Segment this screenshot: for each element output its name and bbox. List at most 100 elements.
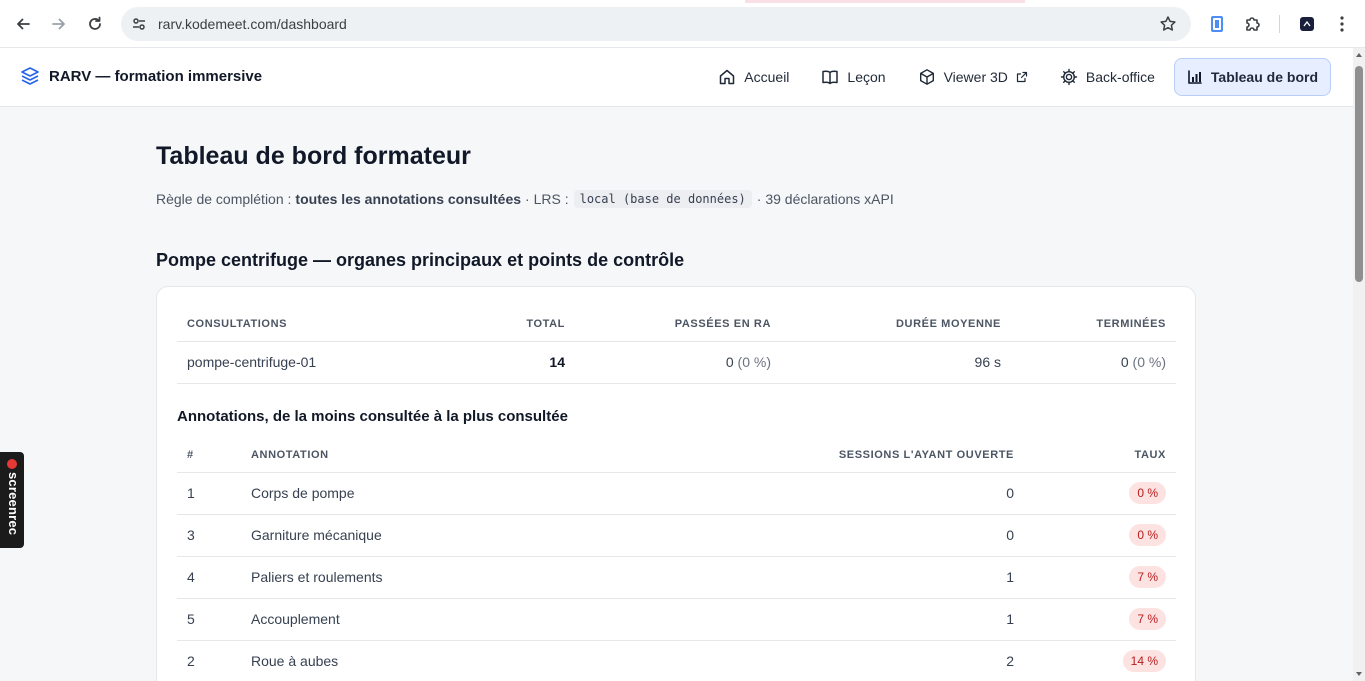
nav-home[interactable]: Accueil	[705, 58, 802, 96]
reload-icon	[89, 16, 101, 30]
table-row: 3 Garniture mécanique 0 0 %	[177, 514, 1176, 557]
profile-avatar[interactable]	[1296, 13, 1318, 35]
toolbar-separator	[1279, 15, 1280, 33]
summary-ar-pct: (0 %)	[737, 354, 771, 370]
col-sessions: SESSIONS L'AYANT OUVERTE	[641, 438, 1024, 473]
col-annotation: ANNOTATION	[241, 438, 641, 473]
summary-done-count: 0	[1120, 354, 1129, 370]
book-icon	[822, 70, 839, 85]
nav-dashboard-label: Tableau de bord	[1210, 69, 1318, 85]
col-ar: PASSÉES EN RA	[575, 307, 781, 342]
page-scrollbar[interactable]	[1353, 48, 1365, 681]
table-row: 1 Corps de pompe 0 0 %	[177, 472, 1176, 515]
reload-button[interactable]	[83, 12, 107, 36]
annotation-rate-cell: 0 %	[1024, 472, 1176, 515]
summary-total: 14	[377, 341, 575, 384]
lrs-prefix: · LRS :	[525, 191, 569, 207]
url-text[interactable]: rarv.kodemeet.com/dashboard	[158, 16, 347, 32]
table-row: 5 Accouplement 1 7 %	[177, 598, 1176, 641]
annotation-sessions: 2	[641, 640, 1024, 681]
record-dot-icon	[7, 459, 17, 469]
rate-badge: 0 %	[1129, 524, 1166, 546]
annotation-rate-cell: 14 %	[1024, 640, 1176, 681]
annotation-name: Garniture mécanique	[241, 514, 641, 557]
completion-meta: Règle de complétion : toutes les annotat…	[156, 190, 894, 208]
site-info-icon[interactable]	[130, 15, 148, 33]
extensions-puzzle-icon[interactable]	[1242, 13, 1264, 35]
annotation-index: 2	[177, 640, 241, 681]
arrow-right-icon	[52, 18, 65, 30]
extension-pinned-icon[interactable]	[1206, 13, 1228, 35]
arrow-left-icon	[17, 18, 30, 30]
col-rate: TAUX	[1024, 438, 1176, 473]
annotation-sessions: 0	[641, 472, 1024, 515]
annotation-index: 3	[177, 514, 241, 557]
rate-badge: 0 %	[1129, 482, 1166, 504]
bar-chart-icon	[1188, 70, 1202, 84]
annotation-index: 5	[177, 598, 241, 641]
col-avg-duration: DURÉE MOYENNE	[781, 307, 1011, 342]
page-title: Tableau de bord formateur	[156, 142, 471, 170]
back-button[interactable]	[11, 12, 35, 36]
table-row: 4 Paliers et roulements 1 7 %	[177, 556, 1176, 599]
annotation-name: Roue à aubes	[241, 640, 641, 681]
summary-avg-duration: 96 s	[781, 341, 1011, 384]
tab-strip-accent	[745, 0, 1025, 3]
summary-ar-count: 0	[725, 354, 734, 370]
cube-icon	[919, 69, 934, 85]
annotation-sessions: 1	[641, 598, 1024, 641]
rate-badge: 14 %	[1122, 650, 1166, 672]
col-index: #	[177, 438, 241, 473]
gear-icon	[1060, 68, 1078, 86]
top-navigation: Accueil Leçon Viewer 3D Back-office Tabl…	[705, 58, 1331, 96]
bookmark-star-icon[interactable]	[1159, 15, 1177, 33]
rate-badge: 7 %	[1129, 566, 1166, 588]
nav-viewer-3d[interactable]: Viewer 3D	[905, 58, 1041, 96]
completion-rule-prefix: Règle de complétion :	[156, 191, 292, 207]
annotations-table: # ANNOTATION SESSIONS L'AYANT OUVERTE TA…	[177, 438, 1176, 681]
annotations-title: Annotations, de la moins consultée à la …	[177, 408, 568, 425]
annotation-name: Corps de pompe	[241, 472, 641, 515]
screenrec-widget[interactable]: screenrec	[0, 452, 24, 548]
summary-table: CONSULTATIONS TOTAL PASSÉES EN RA DURÉE …	[177, 307, 1176, 384]
nav-dashboard[interactable]: Tableau de bord	[1173, 58, 1331, 96]
scroll-up-arrow-icon[interactable]	[1356, 53, 1362, 57]
rate-badge: 7 %	[1129, 608, 1166, 630]
annotation-rate-cell: 7 %	[1024, 598, 1176, 641]
table-row: 2 Roue à aubes 2 14 %	[177, 640, 1176, 681]
nav-back-office[interactable]: Back-office	[1047, 58, 1168, 96]
annotation-index: 1	[177, 472, 241, 515]
app-header: RARV — formation immersive Accueil Leçon…	[0, 48, 1353, 107]
forward-button[interactable]	[47, 12, 71, 36]
col-consultations: CONSULTATIONS	[177, 307, 377, 342]
nav-back-office-label: Back-office	[1085, 69, 1155, 85]
col-total: TOTAL	[377, 307, 575, 342]
annotation-index: 4	[177, 556, 241, 599]
home-icon	[720, 69, 735, 85]
annotation-name: Accouplement	[241, 598, 641, 641]
statements-count: · 39 déclarations xAPI	[756, 191, 894, 207]
stats-card: CONSULTATIONS TOTAL PASSÉES EN RA DURÉE …	[156, 286, 1196, 681]
summary-name: pompe-centrifuge-01	[177, 341, 377, 384]
brand[interactable]: RARV — formation immersive	[20, 66, 262, 86]
annotation-rate-cell: 0 %	[1024, 514, 1176, 557]
summary-header-row: CONSULTATIONS TOTAL PASSÉES EN RA DURÉE …	[177, 307, 1176, 342]
summary-row: pompe-centrifuge-01 14 0 (0 %) 96 s 0 (0…	[177, 341, 1176, 384]
col-done: TERMINÉES	[1011, 307, 1176, 342]
annotation-rate-cell: 7 %	[1024, 556, 1176, 599]
annotations-header-row: # ANNOTATION SESSIONS L'AYANT OUVERTE TA…	[177, 438, 1176, 473]
brand-name: RARV — formation immersive	[49, 67, 263, 85]
address-bar[interactable]: rarv.kodemeet.com/dashboard	[121, 7, 1191, 41]
scrollbar-thumb[interactable]	[1355, 66, 1363, 282]
nav-lesson[interactable]: Leçon	[808, 58, 898, 96]
scroll-down-arrow-icon[interactable]	[1356, 672, 1362, 676]
annotation-name: Paliers et roulements	[241, 556, 641, 599]
nav-lesson-label: Leçon	[847, 69, 886, 85]
lrs-value: local (base de données)	[573, 190, 752, 208]
nav-viewer-label: Viewer 3D	[943, 69, 1008, 85]
menu-kebab-icon[interactable]	[1331, 13, 1353, 35]
layers-icon	[21, 67, 39, 85]
summary-ar: 0 (0 %)	[575, 341, 781, 384]
annotation-sessions: 0	[641, 514, 1024, 557]
completion-rule-value: toutes les annotations consultées	[295, 191, 522, 207]
